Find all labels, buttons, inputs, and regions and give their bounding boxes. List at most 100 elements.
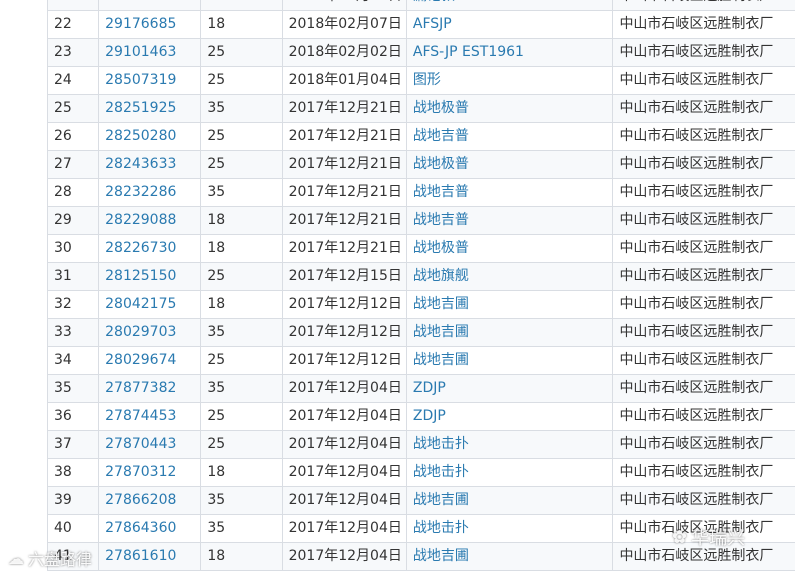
trademark-name-link[interactable]: 漏记款 (405, 0, 614, 11)
row-index: 25 (46, 94, 100, 123)
class-number: 25 (200, 346, 283, 375)
registration-number-link[interactable]: 28250280 (98, 122, 202, 151)
applicant-name: 中山市石岐区远胜制衣厂 (612, 38, 795, 67)
applicant-name: 中山市石岐区远胜制衣厂 (612, 234, 795, 263)
registration-number-link[interactable]: 27861610 (98, 542, 202, 571)
class-number: 25 (200, 262, 283, 291)
application-date: 2018年02月07日 (281, 10, 407, 39)
trademark-name-link[interactable]: 战地吉普 (405, 206, 614, 235)
application-date: 2017年12月04日 (281, 458, 407, 487)
table-row: 34 28029674 25 2017年12月12日 战地吉圃 中山市石岐区远胜制衣厂 (46, 346, 795, 375)
trademark-name-link[interactable]: 战地极普 (405, 94, 614, 123)
registration-number-link[interactable]: 28226730 (98, 234, 202, 263)
applicant-name: 中山市石岐区远胜制衣厂 (612, 150, 795, 179)
registration-number-link[interactable]: 28029703 (98, 318, 202, 347)
applicant-name: 中山市石岐区远胜制衣厂 (612, 458, 795, 487)
class-number: 18 (200, 542, 283, 571)
table-row: 2129100021252018年02月07日漏记款中山市石岐区远胜制衣厂 (46, 0, 795, 11)
application-date: 2018年02月02日 (281, 38, 407, 67)
registration-number-link[interactable]: 28125150 (98, 262, 202, 291)
application-date: 2017年12月12日 (281, 290, 407, 319)
applicant-name: 中山市石岐区远胜制衣厂 (612, 346, 795, 375)
registration-number-link[interactable]: 28507319 (98, 66, 202, 95)
registration-number-link[interactable]: 28251925 (98, 94, 202, 123)
application-date: 2017年12月21日 (281, 234, 407, 263)
application-date: 2017年12月04日 (281, 486, 407, 515)
trademark-name-link[interactable]: AFS-JP EST1961 (405, 38, 614, 67)
trademark-name-link[interactable]: 战地击扑 (405, 514, 614, 543)
row-index: 27 (46, 150, 100, 179)
registration-number-link[interactable]: 28232286 (98, 178, 202, 207)
trademark-name-link[interactable]: ZDJP (405, 374, 614, 403)
class-number: 25 (200, 430, 283, 459)
registration-number-link[interactable]: 27870312 (98, 458, 202, 487)
class-number: 25 (200, 402, 283, 431)
registration-number-link[interactable]: 29176685 (98, 10, 202, 39)
table-row: 26 28250280 25 2017年12月21日 战地吉普 中山市石岐区远胜制衣厂 (46, 122, 795, 151)
application-date: 2017年12月21日 (281, 94, 407, 123)
registration-number-link[interactable]: 28042175 (98, 290, 202, 319)
registration-number-link[interactable]: 27866208 (98, 486, 202, 515)
trademark-name-link[interactable]: 战地极普 (405, 234, 614, 263)
table-row: 25 28251925 35 2017年12月21日 战地极普 中山市石岐区远胜制衣厂 (46, 94, 795, 123)
trademark-name-link[interactable]: 战地旗舰 (405, 262, 614, 291)
application-date: 2017年12月04日 (281, 374, 407, 403)
application-date: 2017年12月12日 (281, 346, 407, 375)
row-index: 30 (46, 234, 100, 263)
application-date: 2017年12月21日 (281, 150, 407, 179)
class-number: 18 (200, 290, 283, 319)
registration-number-link[interactable]: 28243633 (98, 150, 202, 179)
trademark-name-link[interactable]: 战地击扑 (405, 430, 614, 459)
row-index: 41 (46, 542, 100, 571)
class-number: 25 (200, 122, 283, 151)
application-date: 2018年01月04日 (281, 66, 407, 95)
applicant-name: 中山市石岐区远胜制衣厂 (612, 178, 795, 207)
table-row: 36 27874453 25 2017年12月04日 ZDJP 中山市石岐区远胜制衣厂 (46, 402, 795, 431)
trademark-table-container: 2129100021252018年02月07日漏记款中山市石岐区远胜制衣厂222… (46, 0, 795, 571)
trademark-name-link[interactable]: 战地吉圃 (405, 290, 614, 319)
trademark-name-link[interactable]: 战地吉普 (405, 122, 614, 151)
table-row: 40 27864360 35 2017年12月04日 战地击扑 中山市石岐区远胜制衣厂 (46, 514, 795, 543)
applicant-name: 中山市石岐区远胜制衣厂 (612, 262, 795, 291)
trademark-name-link[interactable]: 战地吉圃 (405, 542, 614, 571)
registration-number-link[interactable]: 27874453 (98, 402, 202, 431)
trademark-name-link[interactable]: AFSJP (405, 10, 614, 39)
registration-number-link[interactable]: 28029674 (98, 346, 202, 375)
table-row: 35 27877382 35 2017年12月04日 ZDJP 中山市石岐区远胜制衣厂 (46, 374, 795, 403)
trademark-name-link[interactable]: 战地击扑 (405, 458, 614, 487)
class-number: 35 (200, 178, 283, 207)
class-number: 18 (200, 206, 283, 235)
trademark-name-link[interactable]: 战地极普 (405, 150, 614, 179)
table-row: 28 28232286 35 2017年12月21日 战地吉普 中山市石岐区远胜制衣厂 (46, 178, 795, 207)
applicant-name: 中山市石岐区远胜制衣厂 (612, 318, 795, 347)
class-number: 35 (200, 94, 283, 123)
row-index: 36 (46, 402, 100, 431)
registration-number-link[interactable]: 27864360 (98, 514, 202, 543)
registration-number-link[interactable]: 27870443 (98, 430, 202, 459)
registration-number-link[interactable]: 28229088 (98, 206, 202, 235)
trademark-name-link[interactable]: 战地吉普 (405, 178, 614, 207)
trademark-name-link[interactable]: 图形 (405, 66, 614, 95)
trademark-name-link[interactable]: 战地吉圃 (405, 346, 614, 375)
class-number: 25 (200, 38, 283, 67)
table-row: 27 28243633 25 2017年12月21日 战地极普 中山市石岐区远胜制衣厂 (46, 150, 795, 179)
applicant-name: 中山市石岐区远胜制衣厂 (612, 402, 795, 431)
trademark-name-link[interactable]: 战地吉圃 (405, 486, 614, 515)
applicant-name: 中山市石岐区远胜制衣厂 (612, 290, 795, 319)
row-index: 29 (46, 206, 100, 235)
table-row: 32 28042175 18 2017年12月12日 战地吉圃 中山市石岐区远胜制衣厂 (46, 290, 795, 319)
trademark-name-link[interactable]: ZDJP (405, 402, 614, 431)
trademark-table-body: 2129100021252018年02月07日漏记款中山市石岐区远胜制衣厂222… (46, 0, 795, 571)
trademark-name-link[interactable]: 战地吉圃 (405, 318, 614, 347)
class-number: 35 (200, 486, 283, 515)
registration-number-link[interactable]: 27877382 (98, 374, 202, 403)
registration-number-link[interactable]: 29101463 (98, 38, 202, 67)
row-index: 34 (46, 346, 100, 375)
row-index: 31 (46, 262, 100, 291)
row-index: 37 (46, 430, 100, 459)
class-number: 18 (200, 458, 283, 487)
application-date: 2017年12月04日 (281, 402, 407, 431)
registration-number-link[interactable]: 29100021 (98, 0, 202, 11)
weibo-icon: ☁ (8, 548, 24, 568)
row-index: 38 (46, 458, 100, 487)
